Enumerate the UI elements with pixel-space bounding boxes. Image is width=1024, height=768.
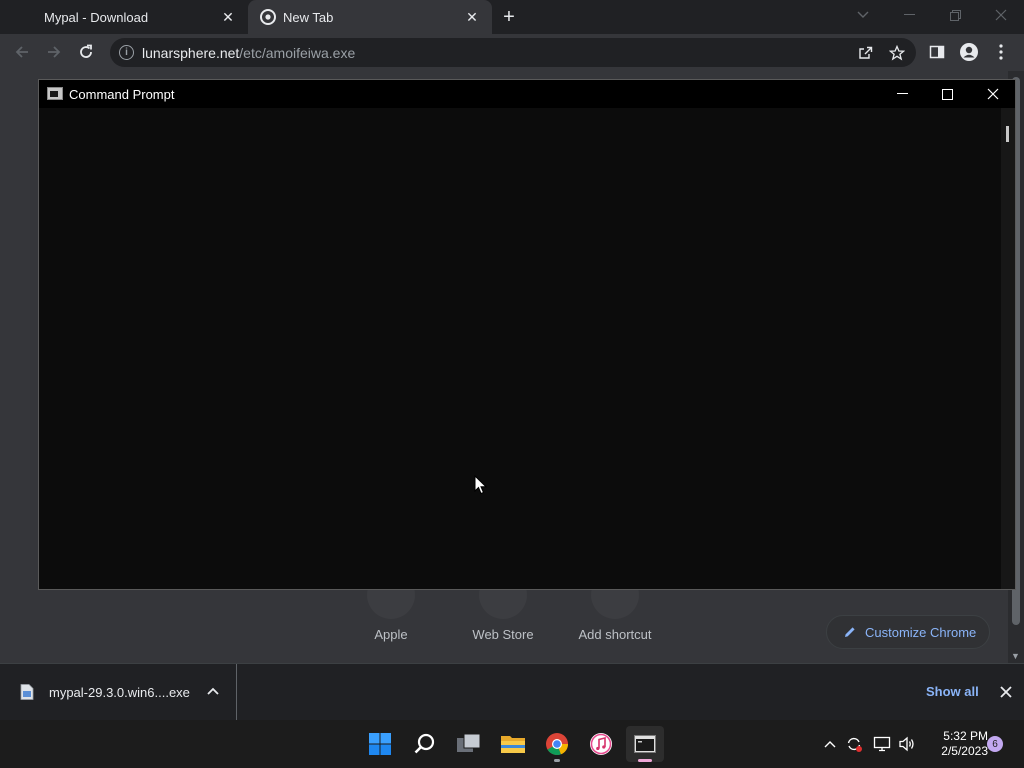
tab-strip: Mypal - Download ✕ New Tab ✕ + [0, 0, 1024, 34]
command-prompt-icon[interactable] [626, 726, 664, 762]
console-output-area[interactable] [39, 108, 1001, 589]
address-bar[interactable]: i lunarsphere.net/etc/amoifeiwa.exe [110, 38, 916, 67]
start-icon[interactable] [361, 726, 399, 762]
clock-time: 5:32 PM [943, 729, 988, 743]
restore-icon[interactable] [932, 0, 978, 30]
shortcut-label: Add shortcut [578, 627, 652, 642]
chrome-favicon-icon [260, 9, 276, 25]
tab-title: New Tab [283, 9, 334, 25]
chrome-icon[interactable] [538, 726, 576, 762]
browser-toolbar: i lunarsphere.net/etc/amoifeiwa.exe [0, 34, 1024, 71]
clock-date: 2/5/2023 [941, 744, 988, 758]
volume-icon[interactable] [897, 734, 917, 754]
url-path: /etc/amoifeiwa.exe [239, 44, 356, 61]
running-indicator [554, 759, 560, 762]
tab-close-icon[interactable]: ✕ [464, 9, 480, 25]
cmd-scrollbar[interactable] [1001, 108, 1015, 589]
customize-chrome-button[interactable]: Customize Chrome [826, 615, 990, 649]
cmd-maximize-icon[interactable] [924, 80, 970, 108]
chevron-up-icon[interactable] [820, 734, 840, 754]
tab-close-icon[interactable]: ✕ [220, 9, 236, 25]
cmd-close-icon[interactable] [970, 80, 1016, 108]
download-bar: mypal-29.3.0.win6....exe Show all [0, 663, 1024, 720]
itunes-icon[interactable] [582, 726, 620, 762]
chrome-menu-icon[interactable] [990, 41, 1012, 63]
network-icon[interactable] [872, 734, 892, 754]
pencil-icon [845, 627, 855, 637]
minimize-icon[interactable] [886, 0, 932, 30]
back-icon[interactable] [10, 40, 34, 64]
cmd-window-title: Command Prompt [69, 87, 175, 102]
customize-chrome-label: Customize Chrome [865, 624, 977, 640]
scroll-down-icon[interactable]: ▼ [1011, 651, 1020, 661]
bookmark-star-icon[interactable] [888, 44, 906, 62]
tab-mypal-download[interactable]: Mypal - Download ✕ [0, 0, 248, 34]
system-clock[interactable]: 5:32 PM 2/5/2023 [926, 729, 988, 759]
cmd-title-bar[interactable]: Command Prompt [39, 80, 1015, 108]
share-icon[interactable] [856, 44, 874, 62]
notification-badge[interactable]: 6 [987, 736, 1003, 752]
shortcut-label: Apple [374, 627, 408, 642]
url-host: lunarsphere.net [142, 44, 240, 61]
site-info-icon[interactable]: i [119, 45, 134, 60]
file-explorer-icon[interactable] [494, 726, 532, 762]
mouse-cursor-icon [474, 475, 488, 495]
search-icon[interactable] [406, 726, 444, 762]
close-download-bar-icon[interactable] [998, 684, 1014, 700]
command-prompt-icon [47, 87, 63, 100]
show-all-link[interactable]: Show all [926, 684, 979, 699]
side-panel-icon[interactable] [926, 41, 948, 63]
close-window-icon[interactable] [978, 0, 1024, 30]
task-view-icon[interactable] [450, 726, 488, 762]
tab-search-icon[interactable] [840, 0, 886, 30]
command-prompt-window[interactable]: Command Prompt [38, 79, 1016, 590]
download-item[interactable]: mypal-29.3.0.win6....exe [0, 664, 237, 720]
taskbar: 5:32 PM 2/5/2023 [0, 720, 1024, 768]
reload-icon[interactable] [74, 40, 98, 64]
tab-title: Mypal - Download [44, 9, 149, 25]
cmd-minimize-icon[interactable] [879, 80, 925, 108]
profile-avatar-icon[interactable] [958, 41, 980, 63]
sync-icon[interactable] [844, 734, 864, 754]
cmd-scroll-thumb[interactable] [1006, 126, 1009, 142]
chevron-up-icon[interactable] [205, 683, 221, 699]
active-indicator [638, 759, 652, 762]
forward-icon[interactable] [42, 40, 66, 64]
file-icon [20, 684, 34, 700]
tab-new-tab[interactable]: New Tab ✕ [248, 0, 492, 34]
download-file-name: mypal-29.3.0.win6....exe [49, 685, 190, 700]
shortcut-label: Web Store [472, 627, 534, 642]
new-tab-button[interactable]: + [498, 6, 520, 28]
